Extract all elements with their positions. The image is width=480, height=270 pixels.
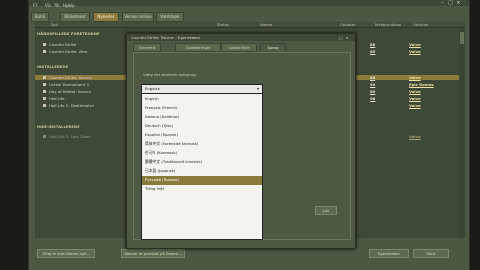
dropdown-selected-value: Engelsk [145,86,160,91]
game-icon [43,135,46,138]
language-option[interactable]: Deutsch (Tysk) [142,122,262,131]
column-next[interactable]: Næste [260,22,272,27]
column-game[interactable]: Spil [51,22,58,27]
main-tabs: Butik Biblioteket Nyheder Venner online … [29,12,469,22]
dialog-restore-icon[interactable]: □ [339,34,343,41]
menu-item[interactable]: Vis [45,3,51,8]
language-option[interactable]: 日本語 (Japansk) [142,167,262,176]
column-developer[interactable]: Udvikler [413,22,429,27]
properties-button[interactable]: Egenskaber [369,249,409,258]
activate-product-button[interactable]: Aktiver et produkt på Steam... [121,249,185,258]
game-icon [43,43,46,46]
language-option[interactable]: Español (Spansk) [142,131,262,140]
language-option-highlighted[interactable]: Русский (Russisk) [142,176,262,185]
tab-updates[interactable]: Opdateringer [175,43,221,52]
category-installed[interactable]: INSTALLEREDE [37,64,68,69]
tab-general[interactable]: Generelt [133,43,161,52]
close-dialog-button[interactable]: Luk [315,206,337,215]
add-non-steam-game-button[interactable]: Tilføj et ikke-Steam-spil... [37,249,95,258]
chevron-down-icon: ▾ [256,86,259,91]
tab-local-files[interactable]: Lokale filer [221,43,257,52]
dialog-title-bar: Counter-Strike: Source – Egenskaber □ x [127,34,355,41]
game-icon [43,97,46,100]
game-icon [43,83,46,86]
language-option[interactable]: 简体中文 (Forenklet kinesisk) [142,140,262,149]
column-status[interactable]: Status [217,22,229,27]
tab-friends[interactable]: Venner online [122,12,154,22]
language-option[interactable]: Français (French) [142,104,262,113]
dialog-title: Counter-Strike: Source – Egenskaber [131,35,201,40]
language-option[interactable]: Tiếng Việt [142,185,262,194]
language-option[interactable]: 한국어 (Koreansk) [142,149,262,158]
language-option[interactable]: 繁體中文 (Traditionelt kinesisk) [142,158,262,167]
column-metascore[interactable]: Metapunktaal [375,22,401,27]
game-icon [43,76,46,79]
dialog-tabs: Generelt Opdateringer Lokale filer Sprog [127,43,355,52]
tab-tools[interactable]: Værktøjer [156,12,184,22]
menu-item[interactable]: Hjælp [63,3,75,8]
tab-language[interactable]: Sprog [260,43,286,52]
game-icon [43,90,46,93]
dialog-close-icon[interactable]: x [346,34,348,41]
scrollbar-thumb[interactable] [460,32,464,44]
column-update[interactable]: Opdater [340,22,356,27]
language-options-list: English Français (French) Italiano (Ital… [141,93,263,240]
language-option[interactable]: English [142,95,262,104]
language-prompt: Vælg det ønskede spilsprog: [143,72,197,77]
menu-item[interactable]: F? [33,3,37,8]
game-icon [43,50,46,53]
language-option[interactable]: Italiano (Italiensk) [142,113,262,122]
tab-news[interactable]: Nyheder [93,12,119,22]
category-favorites[interactable]: HÅNDSPILLEDE FORETRUKNE [37,31,100,36]
menu-item[interactable]: ?lk [54,3,60,8]
tab-library[interactable]: Biblioteket [60,12,90,22]
properties-dialog: Counter-Strike: Source – Egenskaber □ x … [126,33,356,249]
category-not-installed[interactable]: IKKE-INSTALLEREDE [37,124,80,129]
list-scrollbar[interactable] [459,28,465,238]
launch-button[interactable]: Start [413,249,449,258]
game-icon [43,104,46,107]
tab-store[interactable]: Butik [31,12,49,22]
menu-bar: F? Vis ?lk Hjælp [29,3,469,9]
